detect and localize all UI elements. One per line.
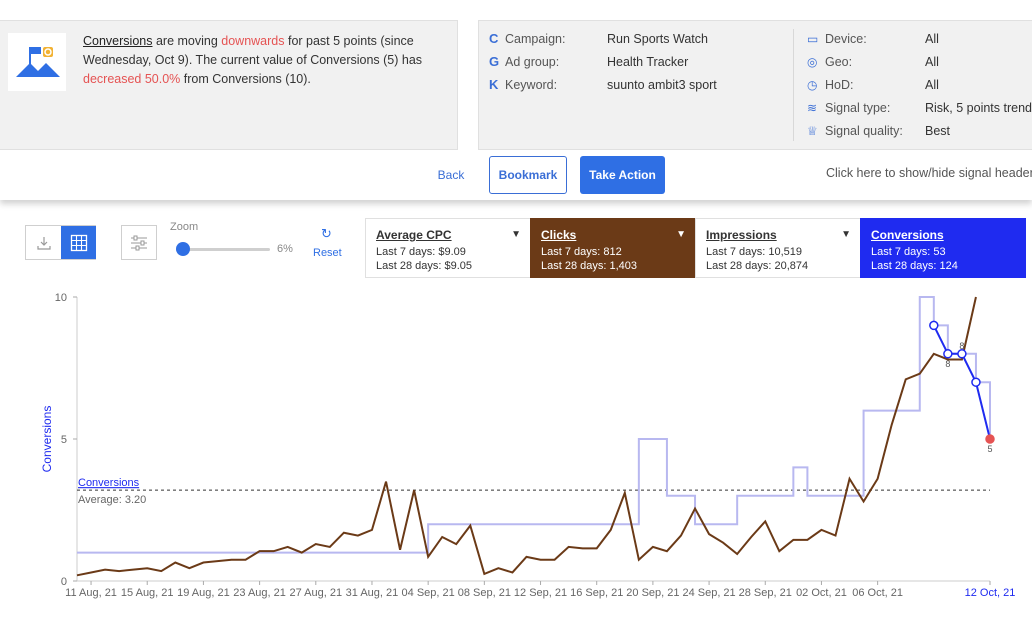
location-pin-icon: ◎ <box>807 55 818 69</box>
dropdown-caret-icon[interactable]: ▼ <box>841 228 851 242</box>
toggle-header-link[interactable]: Click here to show/hide signal header <box>826 166 1032 180</box>
sliders-icon <box>131 235 147 250</box>
y-tick-label: 5 <box>61 434 67 446</box>
x-tick-label: 28 Sep, 21 <box>739 587 792 599</box>
x-tick-label: 24 Sep, 21 <box>682 587 735 599</box>
zoom-label: Zoom <box>170 221 199 233</box>
download-icon <box>36 236 51 250</box>
back-button[interactable]: Back <box>430 160 472 190</box>
dropdown-caret-icon[interactable]: ▼ <box>676 228 686 242</box>
bookmark-button[interactable]: Bookmark <box>489 156 567 194</box>
signal-message-panel: Conversions are moving downwards for pas… <box>0 20 458 150</box>
campaign-icon: C <box>489 31 499 46</box>
keyword-icon: K <box>489 77 499 92</box>
view-toggle-group <box>25 225 96 260</box>
x-tick-label: 11 Aug, 21 <box>65 587 117 599</box>
average-series-label: Conversions <box>78 477 140 489</box>
table-view-button[interactable] <box>61 226 96 259</box>
download-button[interactable] <box>26 226 61 259</box>
trend-point <box>929 320 939 331</box>
device-icon: ▭ <box>807 32 819 46</box>
metric-card-average-cpc[interactable]: Average CPC ▼ Last 7 days: $9.09 Last 28… <box>365 218 531 278</box>
zoom-slider-track[interactable] <box>176 248 270 251</box>
signal-header: Conversions are moving downwards for pas… <box>0 0 1032 200</box>
metric-card-conversions[interactable]: Conversions Last 7 days: 53 Last 28 days… <box>860 218 1026 278</box>
x-tick-label: 23 Aug, 21 <box>233 587 286 599</box>
trend-point-label: 5 <box>987 444 992 454</box>
signal-icon: ≋ <box>807 101 818 115</box>
x-tick-label: 12 Sep, 21 <box>514 587 567 599</box>
trend-flag-icon <box>8 33 66 91</box>
trophy-icon: ♕ <box>807 124 818 138</box>
signal-message: Conversions are moving downwards for pas… <box>83 34 423 86</box>
y-axis-label: Conversions <box>40 406 54 473</box>
x-tick-label: 08 Sep, 21 <box>458 587 511 599</box>
trend-point <box>957 349 967 359</box>
metric-card-clicks[interactable]: Clicks ▼ Last 7 days: 812 Last 28 days: … <box>530 218 696 278</box>
direction-text: downwards <box>221 34 285 48</box>
meta-divider <box>793 29 794 141</box>
x-tick-label: 04 Sep, 21 <box>402 587 455 599</box>
x-tick-label: 02 Oct, 21 <box>796 587 847 599</box>
x-tick-label: 16 Sep, 21 <box>570 587 623 599</box>
x-tick-label: 19 Aug, 21 <box>177 587 230 599</box>
take-action-button[interactable]: Take Action <box>580 156 665 194</box>
change-text: decreased 50.0% <box>83 72 181 86</box>
ad-group-icon: G <box>489 54 500 69</box>
zoom-value: 6% <box>277 243 293 255</box>
metric-link[interactable]: Conversions <box>83 34 152 48</box>
reset-icon[interactable]: ↻ <box>321 226 332 242</box>
grid-icon <box>70 234 87 251</box>
trend-point-label: 8 <box>945 359 950 369</box>
signal-meta-panel: C Campaign: Run Sports Watch G Ad group: H… <box>478 20 1032 150</box>
dropdown-caret-icon[interactable]: ▼ <box>511 228 521 242</box>
x-tick-label: 27 Aug, 21 <box>289 587 342 599</box>
x-tick-label: 06 Oct, 21 <box>852 587 903 599</box>
conversions-series-line <box>77 296 991 554</box>
trend-point-label: 8 <box>959 341 964 351</box>
trend-last-point <box>985 434 995 444</box>
x-tick-label: 20 Sep, 21 <box>626 587 679 599</box>
y-tick-label: 10 <box>55 292 67 304</box>
reset-button[interactable]: Reset <box>313 247 342 259</box>
trend-point <box>971 377 981 387</box>
settings-button[interactable] <box>121 225 157 260</box>
x-tick-label: 12 Oct, 21 <box>965 587 1016 599</box>
average-value-label: Average: 3.20 <box>78 494 146 506</box>
zoom-slider-handle[interactable] <box>176 242 190 256</box>
conversions-chart: 0510Conversions11 Aug, 21 15 Aug, 21 19 Au… <box>40 292 1016 599</box>
clicks-series-line <box>76 296 977 577</box>
x-tick-label: 31 Aug, 21 <box>346 587 399 599</box>
x-tick-label: 15 Aug, 21 <box>121 587 174 599</box>
metric-card-impressions[interactable]: Impressions ▼ Last 7 days: 10,519 Last 2… <box>695 218 861 278</box>
trend-point <box>943 349 953 359</box>
clock-icon: ◷ <box>807 78 818 92</box>
